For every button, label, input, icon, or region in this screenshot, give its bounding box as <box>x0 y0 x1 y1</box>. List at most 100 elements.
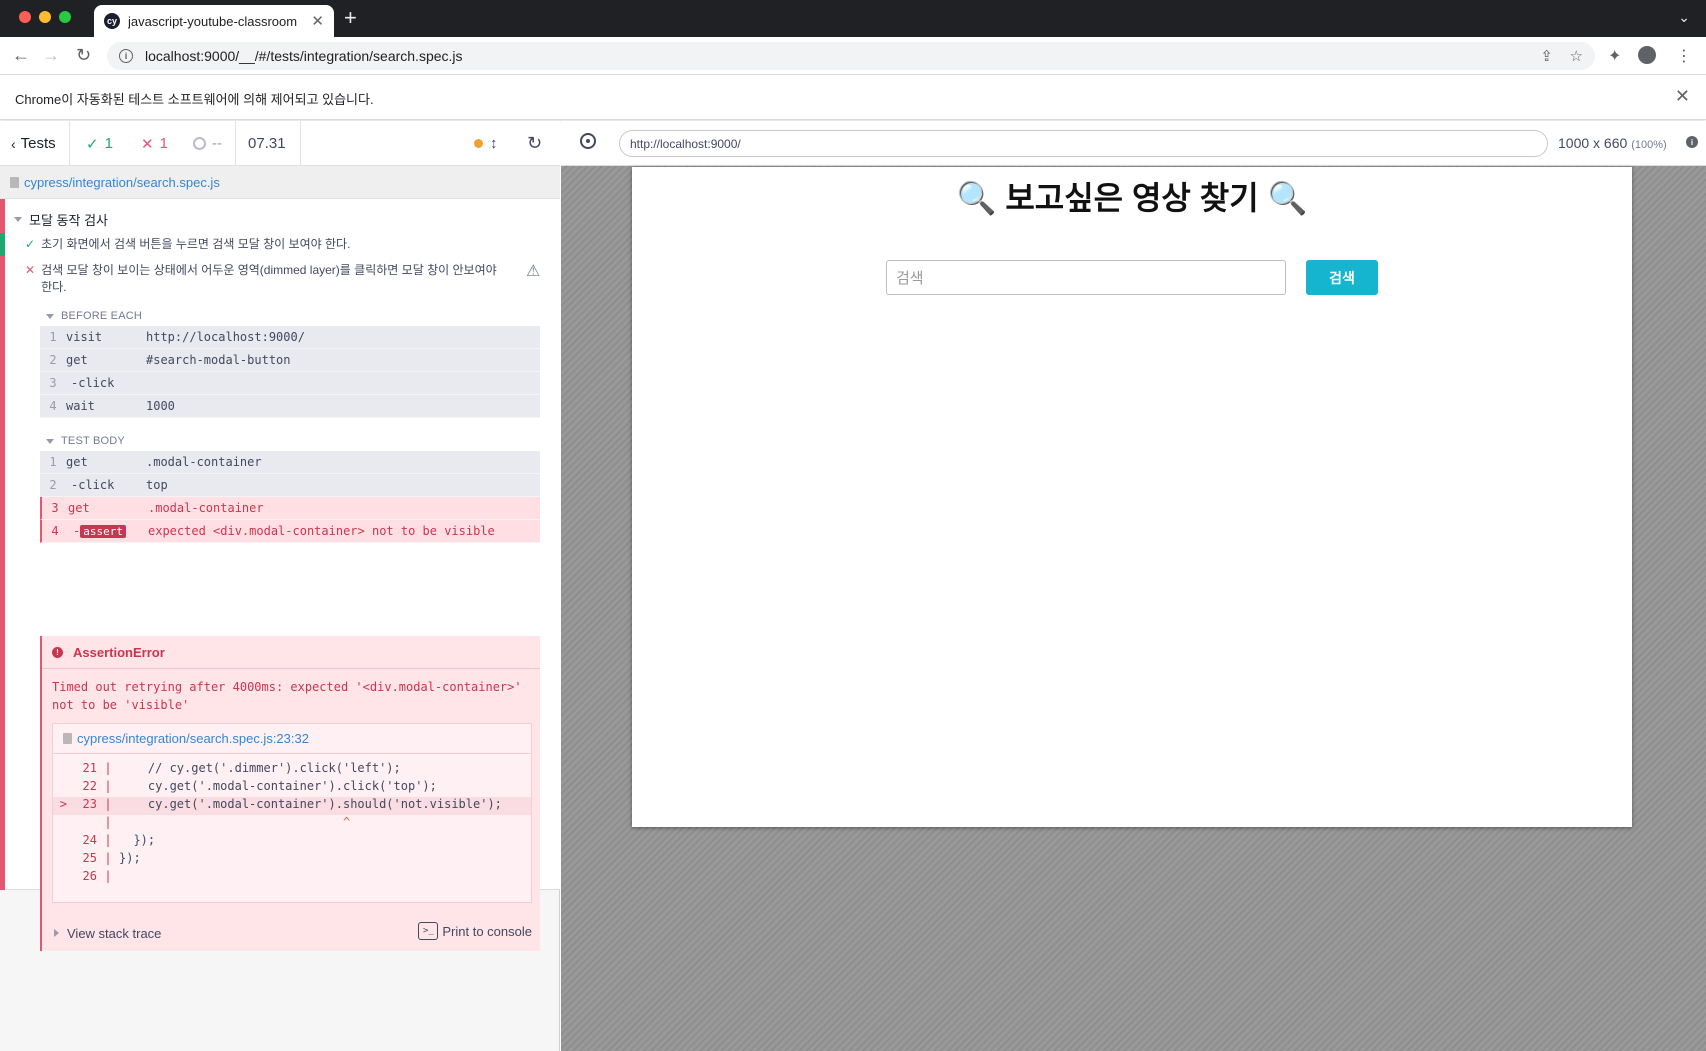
browser-title-bar: cy javascript-youtube-classroom ✕ + ⌄ <box>0 0 1706 37</box>
search-input[interactable]: 검색 <box>886 260 1286 295</box>
command-row[interactable]: 3 -click <box>40 372 540 395</box>
tab-search-chevron-icon[interactable]: ⌄ <box>1678 9 1690 26</box>
failed-suite-indicator <box>0 199 5 890</box>
warning-triangle-icon: ⚠ <box>526 263 541 280</box>
viewport-size: 1000 x 660 (100%) <box>1558 135 1667 151</box>
test-title: 검색 모달 창이 보이는 상태에서 어두운 영역(dimmed layer)를 … <box>41 263 497 294</box>
app-iframe: 🔍 보고싶은 영상 찾기 🔍 검색 검색 <box>632 167 1632 827</box>
command-message: .modal-container <box>148 501 264 515</box>
maximize-window-button[interactable] <box>59 11 71 23</box>
command-number: 4 <box>49 399 57 413</box>
passed-count-value: 1 <box>104 135 113 152</box>
command-number: 3 <box>51 501 59 515</box>
print-to-console-label: Print to console <box>442 923 532 939</box>
browser-toolbar: ← → ↻ i localhost:9000/__/#/tests/integr… <box>0 37 1706 75</box>
chevron-left-icon: ‹ <box>11 135 16 152</box>
command-row-failed[interactable]: 3 get .modal-container <box>40 497 540 520</box>
error-header: ! AssertionError <box>42 636 540 669</box>
infobar-message: Chrome이 자동화된 테스트 소프트웨어에 의해 제어되고 있습니다. <box>15 92 374 107</box>
code-frame-header: cypress/integration/search.spec.js:23:32 <box>53 724 531 754</box>
command-name: get <box>66 353 88 367</box>
app-under-test-panel: http://localhost:9000/ 1000 x 660 (100%)… <box>561 121 1706 1051</box>
minimize-window-button[interactable] <box>39 11 51 23</box>
command-name: get <box>66 455 88 469</box>
search-button[interactable]: 검색 <box>1306 260 1378 295</box>
test-body-hook-title[interactable]: TEST BODY <box>46 435 125 447</box>
error-footer: View stack trace >_ Print to console <box>42 918 540 948</box>
command-message: top <box>146 478 168 492</box>
error-name: AssertionError <box>73 644 165 660</box>
close-window-button[interactable] <box>19 11 31 23</box>
command-number: 3 <box>49 376 57 390</box>
error-message: Timed out retrying after 4000ms: expecte… <box>52 680 522 712</box>
code-frame-file-link[interactable]: cypress/integration/search.spec.js:23:32 <box>77 731 309 746</box>
command-row[interactable]: 2 get #search-modal-button <box>40 349 540 372</box>
test-item-failed[interactable]: ✕ 검색 모달 창이 보이는 상태에서 어두운 영역(dimmed layer)… <box>5 262 510 296</box>
selector-playground-crosshair-icon[interactable] <box>580 133 596 149</box>
address-bar[interactable]: i localhost:9000/__/#/tests/integration/… <box>107 42 1595 70</box>
extensions-puzzle-icon[interactable]: ✦ <box>1608 46 1621 66</box>
command-name: -click <box>71 478 115 492</box>
run-duration: 07.31 <box>248 135 286 152</box>
test-title: 초기 화면에서 검색 버튼을 누르면 검색 모달 창이 보여야 한다. <box>41 237 351 251</box>
suite-title[interactable]: 모달 동작 검사 <box>14 210 108 229</box>
command-number: 1 <box>49 330 57 344</box>
browser-menu-kebab-icon[interactable]: ⋮ <box>1676 46 1692 66</box>
rerun-tests-icon[interactable]: ↻ <box>527 121 542 166</box>
command-message: #search-modal-button <box>146 353 291 367</box>
share-icon[interactable]: ⇪ <box>1540 47 1553 65</box>
pending-circle-icon <box>193 137 206 150</box>
code-line-highlighted: >23 | cy.get('.modal-container').should('… <box>53 797 531 815</box>
failed-count[interactable]: ✕ 1 <box>141 121 168 166</box>
caret-down-icon <box>46 438 54 444</box>
pending-count[interactable]: -- <box>193 121 222 166</box>
auto-scroll-toggle-icon[interactable]: ↕ <box>490 121 498 166</box>
print-to-console-button[interactable]: >_ Print to console <box>418 922 532 940</box>
site-info-icon[interactable]: i <box>119 49 133 63</box>
new-tab-button[interactable]: + <box>344 7 357 29</box>
command-row[interactable]: 1 get .modal-container <box>40 451 540 474</box>
before-each-hook-title[interactable]: BEFORE EACH <box>46 310 142 322</box>
viewport-info-icon[interactable]: i <box>1686 136 1698 148</box>
command-name: get <box>68 501 90 515</box>
infobar-close-icon[interactable]: ✕ <box>1675 86 1690 107</box>
test-item-passed[interactable]: ✓ 초기 화면에서 검색 버튼을 누르면 검색 모달 창이 보여야 한다. <box>5 236 555 253</box>
command-message: http://localhost:9000/ <box>146 330 305 344</box>
command-row[interactable]: 4 wait 1000 <box>40 395 540 418</box>
view-stack-trace-toggle[interactable]: View stack trace <box>54 926 161 941</box>
back-arrow-icon[interactable]: ← <box>12 45 30 65</box>
forward-arrow-icon[interactable]: → <box>42 45 60 65</box>
reload-icon[interactable]: ↻ <box>76 45 91 65</box>
check-icon: ✓ <box>25 237 36 251</box>
tests-nav-button[interactable]: ‹ Tests <box>11 121 56 166</box>
code-line: | ^ <box>104 815 351 829</box>
profile-avatar-icon[interactable] <box>1638 46 1656 64</box>
command-message: .modal-container <box>146 455 262 469</box>
error-panel: ! AssertionError Timed out retrying afte… <box>40 636 540 951</box>
browser-tab[interactable]: cy javascript-youtube-classroom ✕ <box>94 5 334 37</box>
caret-right-icon <box>54 929 59 937</box>
code-line: 24 | }); <box>82 833 156 847</box>
command-number: 2 <box>49 353 57 367</box>
tab-close-icon[interactable]: ✕ <box>311 12 324 30</box>
file-icon <box>63 733 72 744</box>
command-number: 4 <box>51 524 59 538</box>
command-row[interactable]: 1 visit http://localhost:9000/ <box>40 326 540 349</box>
viewport-dimensions: 1000 x 660 <box>1558 135 1628 151</box>
aut-header: http://localhost:9000/ 1000 x 660 (100%)… <box>561 121 1706 166</box>
command-number: 2 <box>49 478 57 492</box>
spec-file-link[interactable]: cypress/integration/search.spec.js <box>24 175 220 190</box>
spec-file-bar: cypress/integration/search.spec.js <box>0 166 560 199</box>
file-icon <box>10 176 19 188</box>
reporter-header: ‹ Tests ✓ 1 ✕ 1 -- 07.31 ↕ ↻ <box>0 121 560 166</box>
passed-count[interactable]: ✓ 1 <box>86 121 113 166</box>
hook-label: BEFORE EACH <box>61 310 143 322</box>
code-line: 26 | <box>82 869 112 883</box>
command-row[interactable]: 2 -click top <box>40 474 540 497</box>
command-number: 1 <box>49 455 57 469</box>
command-name: - assert <box>68 524 148 538</box>
command-row-failed[interactable]: 4 - assert expected <div.modal-container>… <box>40 520 540 543</box>
bookmark-star-icon[interactable]: ☆ <box>1570 47 1583 65</box>
aut-url-bar[interactable]: http://localhost:9000/ <box>619 130 1548 157</box>
code-line: 22 | cy.get('.modal-container').click('to… <box>82 779 437 793</box>
